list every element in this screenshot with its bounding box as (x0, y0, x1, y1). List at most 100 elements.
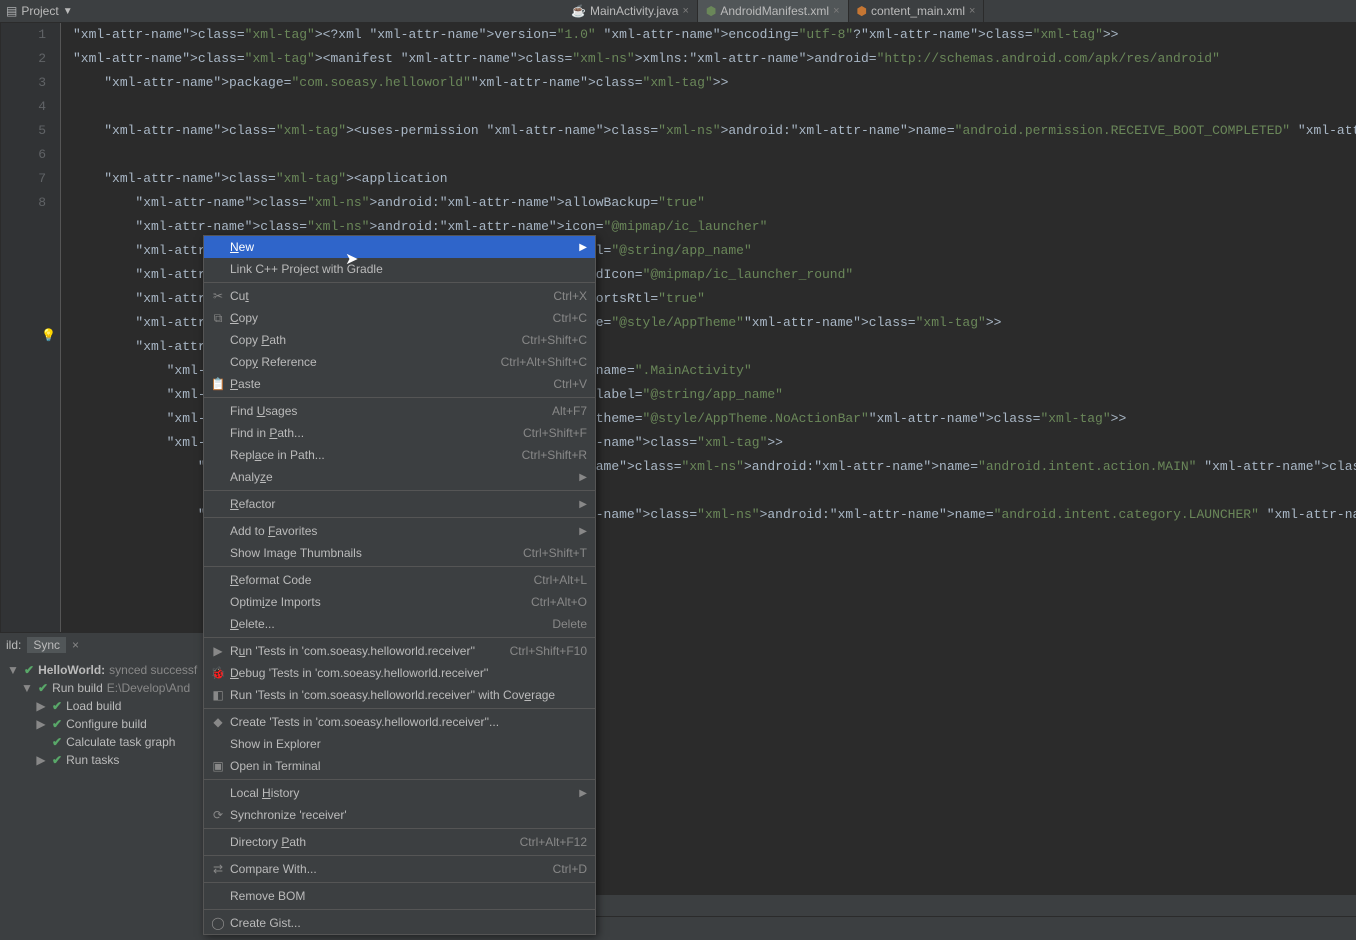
menu-item-remove-bom[interactable]: Remove BOM (204, 885, 595, 907)
menu-label: Create Gist... (230, 916, 301, 930)
menu-label: Refactor (230, 497, 275, 511)
menu-item-link-c-project-with-gradle[interactable]: Link C++ Project with Gradle (204, 258, 595, 280)
sync-tab[interactable]: Sync (27, 637, 66, 653)
code-line[interactable]: "xml-attr-name">class="xml-tag"><?xml "x… (73, 23, 1356, 47)
code-line[interactable] (73, 95, 1356, 119)
chevron-down-icon[interactable]: ▼ (63, 6, 73, 17)
menu-item-show-in-explorer[interactable]: Show in Explorer (204, 733, 595, 755)
menu-item-copy-reference[interactable]: Copy ReferenceCtrl+Alt+Shift+C (204, 351, 595, 373)
menu-label: Local History (230, 786, 299, 800)
menu-item-find-usages[interactable]: Find UsagesAlt+F7 (204, 400, 595, 422)
menu-item-optimize-imports[interactable]: Optimize ImportsCtrl+Alt+O (204, 591, 595, 613)
debug-icon: 🐞 (210, 666, 226, 680)
chevron-icon[interactable]: ▶ (34, 717, 48, 731)
menu-item-analyze[interactable]: Analyze▶ (204, 466, 595, 488)
java-icon: ☕ (571, 4, 586, 18)
menu-item-create-tests-in-com-soeasy-hel[interactable]: ◆ Create 'Tests in 'com.soeasy.helloworld… (204, 711, 595, 733)
chevron-down-icon[interactable]: ▼ (6, 663, 20, 677)
coverage-icon: ◧ (210, 688, 226, 702)
chevron-icon[interactable]: ▼ (20, 681, 34, 695)
check-icon: ✔ (52, 753, 62, 767)
chevron-icon[interactable]: ▶ (34, 699, 48, 713)
menu-item-open-in-terminal[interactable]: ▣Open in Terminal (204, 755, 595, 777)
menu-shortcut: Ctrl+C (553, 311, 587, 325)
menu-label: Optimize Imports (230, 595, 321, 609)
close-icon[interactable]: × (682, 5, 688, 17)
sync-icon: ⟳ (210, 808, 226, 822)
menu-item-new[interactable]: New▶ (204, 236, 595, 258)
close-icon[interactable]: × (969, 5, 975, 17)
code-line[interactable] (73, 143, 1356, 167)
tab-manifest[interactable]: ⬢ AndroidManifest.xml × (698, 0, 849, 22)
menu-shortcut: Ctrl+Shift+F10 (510, 644, 587, 658)
project-dropdown[interactable]: Project (21, 4, 58, 18)
menu-separator (204, 397, 595, 398)
menu-separator (204, 909, 595, 910)
menu-item-show-image-thumbnails[interactable]: Show Image ThumbnailsCtrl+Shift+T (204, 542, 595, 564)
menu-item-run-tests-in-com-soeasy-hellow[interactable]: ▶Run 'Tests in 'com.soeasy.helloworld.re… (204, 640, 595, 662)
menu-item-create-gist-[interactable]: ◯ Create Gist... (204, 912, 595, 934)
lightbulb-icon[interactable]: 💡 (41, 328, 56, 342)
tab-content-main[interactable]: ⬢ content_main.xml × (849, 0, 985, 22)
menu-item-compare-with-[interactable]: ⇄ Compare With... Ctrl+D (204, 858, 595, 880)
chevron-right-icon: ▶ (579, 499, 587, 510)
code-line[interactable]: "xml-attr-name">class="xml-tag"><applica… (73, 167, 1356, 191)
line-number: 2 (1, 47, 46, 71)
menu-label: Replace in Path... (230, 448, 325, 462)
build-suffix: synced successf (109, 663, 197, 677)
tab-label: MainActivity.java (590, 4, 678, 18)
menu-separator (204, 882, 595, 883)
folder-icon: ▤ (6, 4, 17, 18)
menu-label: Delete... (230, 617, 275, 631)
build-label: HelloWorld: (38, 663, 105, 677)
menu-label: Synchronize 'receiver' (230, 808, 347, 822)
tab-mainactivity[interactable]: ☕ MainActivity.java × (563, 0, 698, 22)
close-icon[interactable]: × (72, 638, 79, 652)
menu-item-reformat-code[interactable]: Reformat Code Ctrl+Alt+L (204, 569, 595, 591)
menu-item-cut[interactable]: ✂CutCtrl+X (204, 285, 595, 307)
menu-label: Copy (230, 311, 258, 325)
menu-item-find-in-path-[interactable]: Find in Path...Ctrl+Shift+F (204, 422, 595, 444)
menu-label: Add to Favorites (230, 524, 317, 538)
menu-item-run-tests-in-com-soeasy-hellow[interactable]: ◧Run 'Tests in 'com.soeasy.helloworld.re… (204, 684, 595, 706)
code-line[interactable]: "xml-attr-name">package="com.soeasy.hell… (73, 71, 1356, 95)
build-label: Run tasks (66, 753, 119, 767)
menu-shortcut: Ctrl+D (553, 862, 587, 876)
menu-separator (204, 828, 595, 829)
menu-label: Compare With... (230, 862, 317, 876)
menu-item-paste[interactable]: 📋PasteCtrl+V (204, 373, 595, 395)
check-icon: ✔ (52, 717, 62, 731)
menu-shortcut: Ctrl+Shift+R (522, 448, 587, 462)
menu-separator (204, 637, 595, 638)
chevron-icon[interactable]: ▶ (34, 753, 48, 767)
github-icon: ◯ (210, 916, 226, 930)
menu-label: Copy Reference (230, 355, 317, 369)
menu-item-replace-in-path-[interactable]: Replace in Path... Ctrl+Shift+R (204, 444, 595, 466)
code-line[interactable]: "xml-attr-name">class="xml-tag"><uses-pe… (73, 119, 1356, 143)
menu-item-delete-[interactable]: Delete...Delete (204, 613, 595, 635)
menu-item-refactor[interactable]: Refactor ▶ (204, 493, 595, 515)
create-icon: ◆ (210, 715, 226, 729)
tab-label: content_main.xml (871, 4, 965, 18)
menu-shortcut: Ctrl+Alt+L (534, 573, 587, 587)
menu-item-local-history[interactable]: Local History▶ (204, 782, 595, 804)
chevron-right-icon: ▶ (579, 472, 587, 483)
code-line[interactable]: "xml-attr-name">class="xml-ns">android:"… (73, 191, 1356, 215)
menu-separator (204, 566, 595, 567)
menu-item-synchronize-receiver-[interactable]: ⟳ Synchronize 'receiver' (204, 804, 595, 826)
menu-label: Create 'Tests in 'com.soeasy.helloworld.… (230, 715, 499, 729)
menu-item-directory-path[interactable]: Directory PathCtrl+Alt+F12 (204, 831, 595, 853)
menu-item-copy-path[interactable]: Copy PathCtrl+Shift+C (204, 329, 595, 351)
menu-item-copy[interactable]: ⧉CopyCtrl+C (204, 307, 595, 329)
menu-label: Reformat Code (230, 573, 311, 587)
menu-shortcut: Ctrl+Shift+F (523, 426, 587, 440)
diff-icon: ⇄ (210, 862, 226, 876)
menu-item-add-to-favorites[interactable]: Add to Favorites ▶ (204, 520, 595, 542)
close-icon[interactable]: × (833, 5, 839, 17)
chevron-right-icon: ▶ (579, 526, 587, 537)
code-line[interactable]: "xml-attr-name">class="xml-tag"><manifes… (73, 47, 1356, 71)
line-number: 1 (1, 23, 46, 47)
context-menu: New▶Link C++ Project with Gradle ✂CutCtrl… (203, 235, 596, 935)
menu-item-debug-tests-in-com-soeasy-hell[interactable]: 🐞Debug 'Tests in 'com.soeasy.helloworld.… (204, 662, 595, 684)
line-number: 6 (1, 143, 46, 167)
